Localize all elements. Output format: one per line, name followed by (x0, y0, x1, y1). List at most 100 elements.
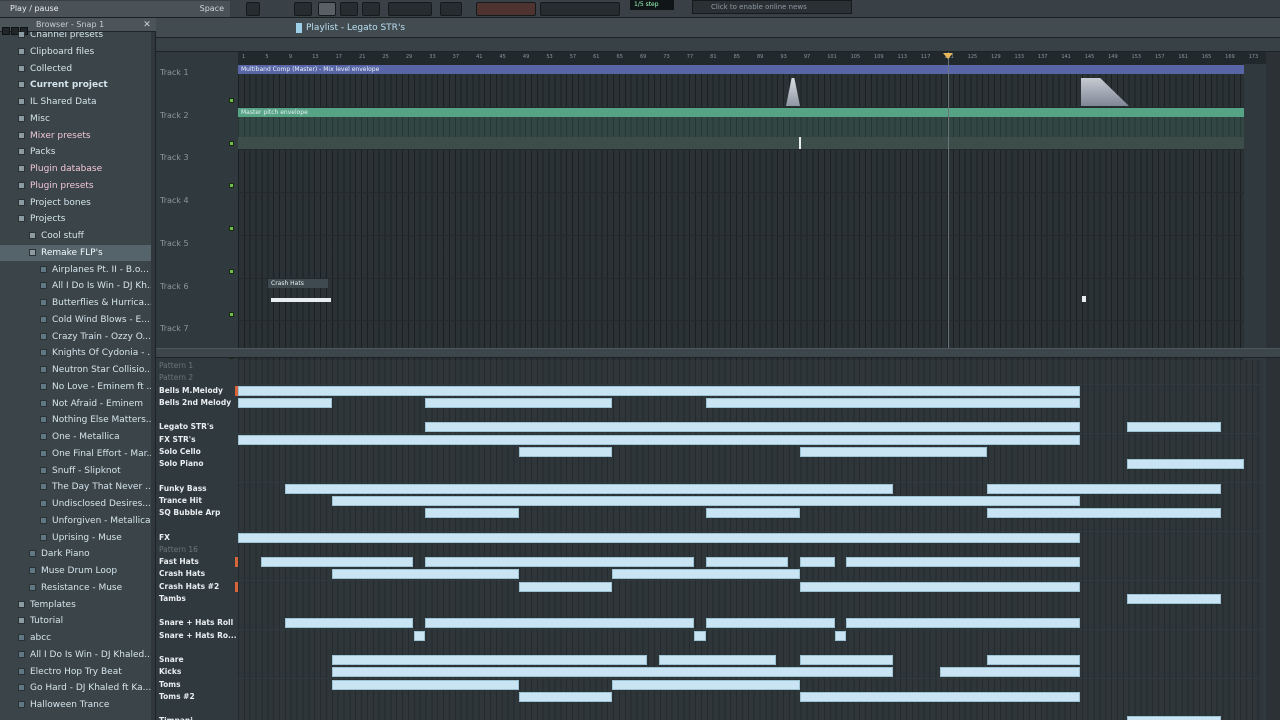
pattern-label[interactable]: Snare (159, 654, 184, 666)
pattern-row[interactable] (238, 605, 1262, 617)
pattern-clip[interactable] (1127, 459, 1245, 469)
browser-item[interactable]: Snuff - Slipknot (0, 463, 152, 479)
pattern-row[interactable] (238, 372, 1262, 385)
track-mute-led[interactable] (229, 98, 234, 103)
pattern-clip[interactable] (940, 667, 1081, 678)
online-news-panel[interactable]: Click to enable online news (692, 0, 852, 14)
pattern-row[interactable] (238, 470, 1262, 483)
browser-item[interactable]: Go Hard - DJ Khaled ft Ka... (0, 680, 152, 696)
pattern-clip[interactable] (331, 667, 894, 678)
browser-item[interactable]: No Love - Eminem ft ... (0, 379, 152, 395)
clip-title[interactable]: Master pitch envelope (238, 107, 1244, 117)
timeline-ruler[interactable]: 1 5 9 13 17 21 25 29 33 37 41 45 49 53 57 61 65 69 73 77 81 8… (238, 52, 1268, 64)
pattern-clip[interactable] (846, 557, 1081, 567)
pattern-label[interactable]: Snare + Hats Ro... (159, 630, 237, 642)
clip-title[interactable]: Crash Hats (268, 278, 328, 288)
pattern-row[interactable] (238, 715, 1262, 720)
browser-item[interactable]: Neutron Star Collisio... (0, 362, 152, 378)
pattern-clip[interactable] (238, 532, 1081, 543)
pattern-clip[interactable] (413, 630, 426, 641)
pattern-label[interactable]: Crash Hats (159, 568, 205, 580)
play-button[interactable] (318, 2, 336, 16)
pattern-clip[interactable] (799, 446, 987, 457)
track-mute-led[interactable] (229, 311, 234, 317)
pattern-clip[interactable] (986, 483, 1221, 494)
pattern-label[interactable]: Tambs (159, 593, 186, 605)
pattern-label[interactable]: Legato STR's (159, 421, 214, 433)
pattern-clip[interactable] (261, 557, 414, 567)
pattern-clip[interactable] (694, 630, 706, 641)
browser-item[interactable]: Not Afraid - Eminem (0, 396, 152, 412)
pattern-row[interactable] (238, 580, 1262, 593)
step-selector[interactable]: 1/5 step (630, 0, 674, 10)
recording-options[interactable] (476, 2, 536, 16)
pattern-clip[interactable] (284, 483, 894, 494)
clip-title[interactable]: Multiband Comp (Master) - Mix level enve… (238, 65, 1244, 74)
browser-item[interactable]: Unforgiven - Metallica (0, 513, 152, 529)
pattern-clip[interactable] (518, 446, 613, 457)
pattern-clip[interactable] (284, 618, 414, 629)
pattern-clip[interactable] (238, 397, 332, 408)
track-mute-led[interactable] (229, 226, 234, 232)
pattern-label[interactable]: Fast Hats (159, 556, 199, 568)
pattern-row[interactable] (238, 543, 1262, 556)
pattern-clip[interactable] (1127, 716, 1221, 720)
browser-item[interactable]: Undisclosed Desires... (0, 496, 152, 512)
pattern-clip[interactable] (706, 557, 788, 567)
crash-hats-clip-body[interactable] (271, 297, 331, 302)
pattern-clip[interactable] (799, 655, 894, 665)
pattern-label[interactable]: Funky Bass (159, 483, 207, 495)
browser-item[interactable]: All I Do Is Win - DJ Khaled... (0, 647, 152, 663)
close-icon[interactable]: ✕ (142, 20, 152, 30)
snap-tools[interactable] (540, 2, 620, 16)
pattern-label[interactable]: Snare + Hats Roll (159, 617, 233, 629)
split-divider[interactable] (156, 348, 1280, 358)
track-row[interactable] (238, 234, 1244, 278)
pattern-clip[interactable] (331, 679, 519, 690)
browser-item[interactable]: Muse Drum Loop (0, 563, 152, 579)
browser-item[interactable]: Halloween Trance (0, 697, 152, 713)
pattern-row[interactable] (238, 592, 1262, 605)
browser-item[interactable]: IL Shared Data (0, 94, 152, 110)
pattern-label[interactable]: FX STR's (159, 434, 196, 446)
pattern-label[interactable]: Toms (159, 679, 181, 691)
track-mute-led[interactable] (229, 140, 234, 146)
pattern-clip[interactable] (425, 397, 613, 408)
pattern-clip[interactable] (425, 618, 695, 629)
pattern-label[interactable]: Kicks (159, 666, 181, 678)
pattern-row[interactable] (238, 703, 1262, 715)
pattern-label[interactable]: SQ Bubble Arp (159, 507, 220, 519)
pattern-clip[interactable] (331, 569, 519, 580)
browser-item[interactable]: Uprising - Muse (0, 530, 152, 546)
pattern-clip[interactable] (238, 385, 1081, 396)
browser-item[interactable]: Knights Of Cydonia - ... (0, 345, 152, 361)
pattern-clip[interactable] (1127, 593, 1221, 604)
pattern-label[interactable]: Pattern 1 (159, 360, 193, 372)
playlist-title[interactable]: Playlist - Legato STR's (306, 18, 405, 38)
browser-item[interactable]: abcc (0, 630, 152, 646)
pattern-clip[interactable] (799, 581, 1081, 592)
browser-item[interactable]: Collected (0, 61, 152, 77)
pattern-clip[interactable] (834, 630, 847, 641)
browser-item[interactable]: Current project (0, 77, 152, 93)
pattern-label[interactable]: Bells M.Melody (159, 385, 223, 397)
browser-item[interactable]: Plugin database (0, 161, 152, 177)
pattern-clip[interactable] (331, 655, 648, 665)
browser-item[interactable]: Dark Piano (0, 546, 152, 562)
browser-item[interactable]: Mixer presets (0, 128, 152, 144)
pattern-clip[interactable] (986, 508, 1221, 518)
pattern-clip[interactable] (706, 508, 800, 518)
pattern-clip[interactable] (612, 569, 800, 580)
track-mute-led[interactable] (229, 183, 234, 189)
pattern-song-switch[interactable] (246, 2, 260, 16)
pattern-row[interactable] (238, 629, 1262, 642)
browser-item[interactable]: Misc (0, 111, 152, 127)
browser-item[interactable]: All I Do Is Win - DJ Kh... (0, 278, 152, 294)
browser-item[interactable]: Airplanes Pt. II - B.o... (0, 262, 152, 278)
browser-item[interactable]: Tutorial (0, 613, 152, 629)
browser-item[interactable]: Templates (0, 597, 152, 613)
pattern-clip[interactable] (425, 557, 695, 567)
browser-item[interactable]: Project bones (0, 195, 152, 211)
browser-scrollbar[interactable] (151, 32, 155, 720)
browser-item[interactable]: Crazy Train - Ozzy O... (0, 329, 152, 345)
